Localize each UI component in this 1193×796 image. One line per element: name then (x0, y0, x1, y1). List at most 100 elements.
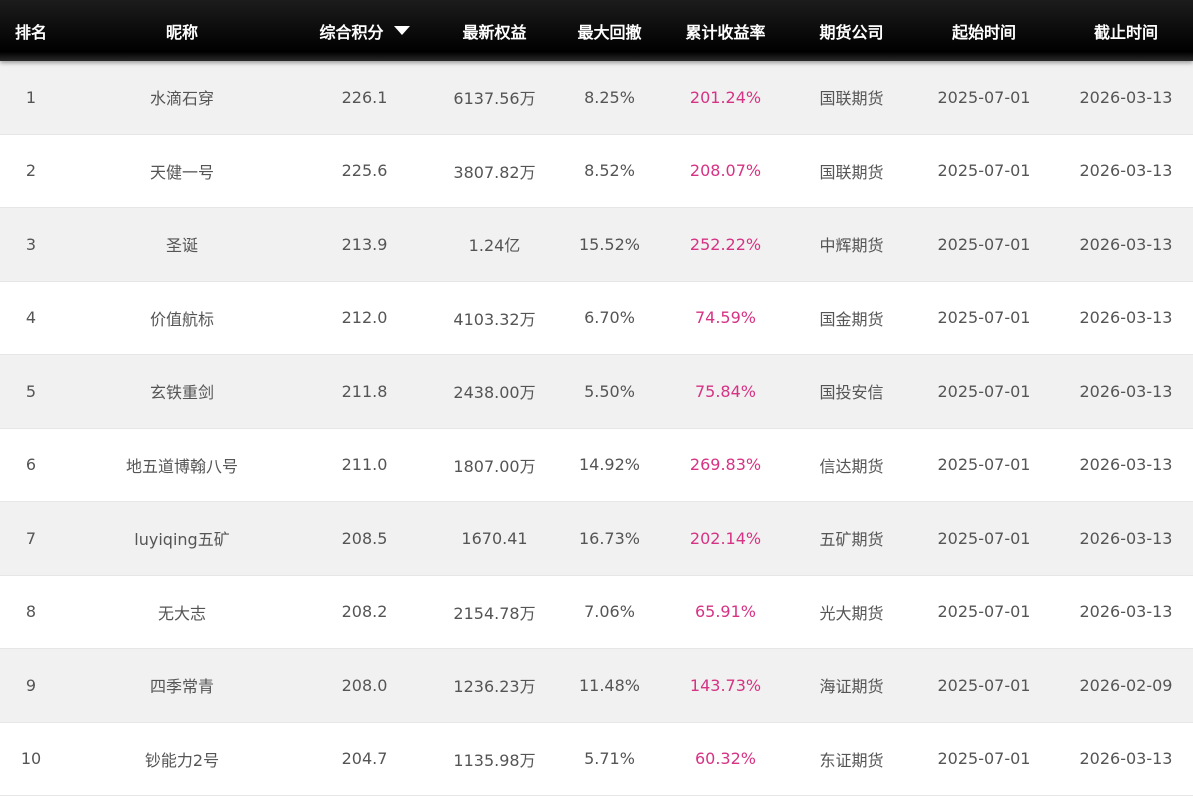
equity-cell: 1.24亿 (427, 208, 562, 281)
header-end-time[interactable]: 截止时间 (1059, 0, 1193, 61)
table-body: 1水滴石穿226.16137.56万8.25%201.24%国联期货2025-0… (0, 61, 1193, 796)
end-time-cell: 2026-03-13 (1059, 429, 1193, 502)
header-cum-return[interactable]: 累计收益率 (657, 0, 794, 61)
nickname-cell[interactable]: 四季常青 (62, 649, 302, 722)
start-time-cell: 2025-07-01 (909, 135, 1059, 208)
start-time-cell: 2025-07-01 (909, 429, 1059, 502)
max-drawdown-cell: 8.52% (562, 135, 657, 208)
equity-cell: 6137.56万 (427, 61, 562, 134)
end-time-cell: 2026-03-13 (1059, 355, 1193, 428)
header-score-label[interactable]: 综合积分 (319, 19, 383, 43)
score-cell: 208.0 (302, 649, 427, 722)
end-time-cell: 2026-03-13 (1059, 723, 1193, 796)
rank-cell: 4 (0, 282, 62, 355)
start-time-cell: 2025-07-01 (909, 208, 1059, 281)
nickname-cell[interactable]: 天健一号 (62, 135, 302, 208)
header-start-time[interactable]: 起始时间 (909, 0, 1059, 61)
score-cell: 211.8 (302, 355, 427, 428)
ranking-table: 排名 昵称 综合积分 最新权益 最大回撤 累计收益率 期货公司 起始时间 截止时… (0, 0, 1193, 796)
start-time-cell: 2025-07-01 (909, 576, 1059, 649)
nickname-cell[interactable]: 地五道博翰八号 (62, 429, 302, 502)
nickname-cell[interactable]: 圣诞 (62, 208, 302, 281)
end-time-cell: 2026-03-13 (1059, 576, 1193, 649)
max-drawdown-cell: 5.71% (562, 723, 657, 796)
score-cell: 226.1 (302, 61, 427, 134)
cum-return-cell: 252.22% (657, 208, 794, 281)
rank-cell: 9 (0, 649, 62, 722)
score-cell: 225.6 (302, 135, 427, 208)
nickname-cell[interactable]: luyiqing五矿 (62, 502, 302, 575)
rank-cell: 3 (0, 208, 62, 281)
company-cell: 国联期货 (794, 135, 909, 208)
table-row[interactable]: 10钞能力2号204.71135.98万5.71%60.32%东证期货2025-… (0, 723, 1193, 796)
table-header: 排名 昵称 综合积分 最新权益 最大回撤 累计收益率 期货公司 起始时间 截止时… (0, 0, 1193, 61)
company-cell: 五矿期货 (794, 502, 909, 575)
rank-cell: 5 (0, 355, 62, 428)
cum-return-cell: 74.59% (657, 282, 794, 355)
nickname-cell[interactable]: 玄铁重剑 (62, 355, 302, 428)
nickname-cell[interactable]: 价值航标 (62, 282, 302, 355)
table-row[interactable]: 6地五道博翰八号211.01807.00万14.92%269.83%信达期货20… (0, 429, 1193, 503)
max-drawdown-cell: 7.06% (562, 576, 657, 649)
max-drawdown-cell: 6.70% (562, 282, 657, 355)
start-time-cell: 2025-07-01 (909, 355, 1059, 428)
table-row[interactable]: 9四季常青208.01236.23万11.48%143.73%海证期货2025-… (0, 649, 1193, 723)
rank-cell: 8 (0, 576, 62, 649)
nickname-cell[interactable]: 水滴石穿 (62, 61, 302, 134)
equity-cell: 2438.00万 (427, 355, 562, 428)
cum-return-cell: 202.14% (657, 502, 794, 575)
cum-return-cell: 208.07% (657, 135, 794, 208)
max-drawdown-cell: 16.73% (562, 502, 657, 575)
score-cell: 212.0 (302, 282, 427, 355)
company-cell: 国联期货 (794, 61, 909, 134)
end-time-cell: 2026-03-13 (1059, 208, 1193, 281)
company-cell: 中辉期货 (794, 208, 909, 281)
company-cell: 国投安信 (794, 355, 909, 428)
table-row[interactable]: 4价值航标212.04103.32万6.70%74.59%国金期货2025-07… (0, 282, 1193, 356)
equity-cell: 2154.78万 (427, 576, 562, 649)
table-row[interactable]: 1水滴石穿226.16137.56万8.25%201.24%国联期货2025-0… (0, 61, 1193, 135)
max-drawdown-cell: 11.48% (562, 649, 657, 722)
header-rank[interactable]: 排名 (0, 0, 62, 61)
header-equity[interactable]: 最新权益 (427, 0, 562, 61)
cum-return-cell: 75.84% (657, 355, 794, 428)
max-drawdown-cell: 8.25% (562, 61, 657, 134)
rank-cell: 2 (0, 135, 62, 208)
cum-return-cell: 143.73% (657, 649, 794, 722)
company-cell: 光大期货 (794, 576, 909, 649)
score-cell: 208.5 (302, 502, 427, 575)
nickname-cell[interactable]: 无大志 (62, 576, 302, 649)
start-time-cell: 2025-07-01 (909, 649, 1059, 722)
company-cell: 国金期货 (794, 282, 909, 355)
max-drawdown-cell: 15.52% (562, 208, 657, 281)
table-row[interactable]: 2天健一号225.63807.82万8.52%208.07%国联期货2025-0… (0, 135, 1193, 209)
start-time-cell: 2025-07-01 (909, 61, 1059, 134)
equity-cell: 1236.23万 (427, 649, 562, 722)
equity-cell: 1807.00万 (427, 429, 562, 502)
rank-cell: 10 (0, 723, 62, 796)
end-time-cell: 2026-02-09 (1059, 649, 1193, 722)
cum-return-cell: 269.83% (657, 429, 794, 502)
table-row[interactable]: 7luyiqing五矿208.51670.4116.73%202.14%五矿期货… (0, 502, 1193, 576)
max-drawdown-cell: 5.50% (562, 355, 657, 428)
equity-cell: 1670.41 (427, 502, 562, 575)
end-time-cell: 2026-03-13 (1059, 61, 1193, 134)
start-time-cell: 2025-07-01 (909, 282, 1059, 355)
sort-desc-icon[interactable] (394, 26, 410, 35)
header-nickname[interactable]: 昵称 (62, 0, 302, 61)
end-time-cell: 2026-03-13 (1059, 282, 1193, 355)
header-company[interactable]: 期货公司 (794, 0, 909, 61)
header-max-drawdown[interactable]: 最大回撤 (562, 0, 657, 61)
header-score[interactable]: 综合积分 (302, 0, 427, 61)
end-time-cell: 2026-03-13 (1059, 135, 1193, 208)
company-cell: 海证期货 (794, 649, 909, 722)
table-row[interactable]: 8无大志208.22154.78万7.06%65.91%光大期货2025-07-… (0, 576, 1193, 650)
equity-cell: 3807.82万 (427, 135, 562, 208)
equity-cell: 1135.98万 (427, 723, 562, 796)
cum-return-cell: 60.32% (657, 723, 794, 796)
nickname-cell[interactable]: 钞能力2号 (62, 723, 302, 796)
table-row[interactable]: 3圣诞213.91.24亿15.52%252.22%中辉期货2025-07-01… (0, 208, 1193, 282)
start-time-cell: 2025-07-01 (909, 723, 1059, 796)
table-row[interactable]: 5玄铁重剑211.82438.00万5.50%75.84%国投安信2025-07… (0, 355, 1193, 429)
cum-return-cell: 201.24% (657, 61, 794, 134)
